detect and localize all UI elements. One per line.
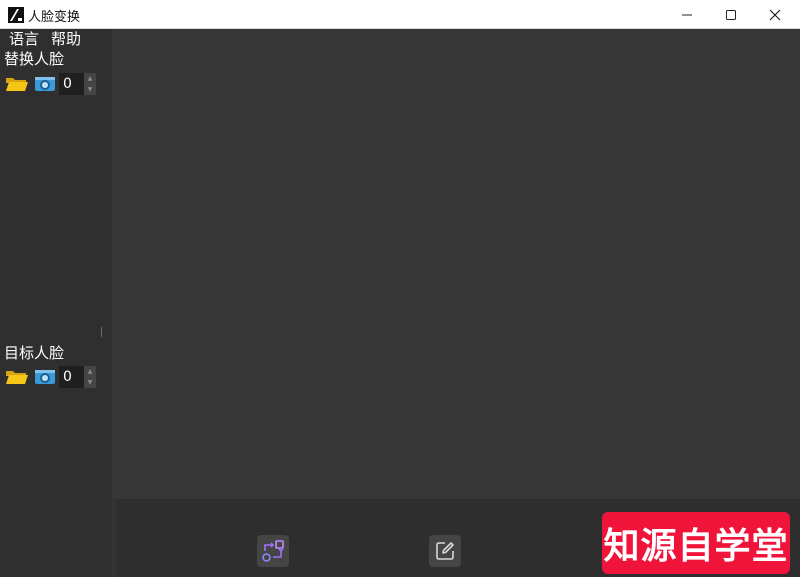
minimize-icon: [682, 14, 692, 15]
source-camera-button[interactable]: [33, 74, 57, 94]
source-face-index-spinbox[interactable]: 0 ▲ ▼: [59, 73, 96, 95]
edit-icon: [436, 542, 454, 560]
spin-arrows: ▲ ▼: [84, 73, 96, 95]
folder-icon: [6, 78, 28, 91]
menu-bar: 语言 帮助: [0, 29, 112, 50]
source-face-title: 替换人脸: [4, 50, 65, 68]
maximize-icon: [726, 9, 736, 20]
target-face-index-spinbox[interactable]: 0 ▲ ▼: [59, 366, 96, 388]
minimize-button[interactable]: [664, 0, 710, 29]
camera-icon: [35, 77, 55, 91]
spin-arrows: ▲ ▼: [84, 366, 96, 388]
target-face-title: 目标人脸: [4, 344, 65, 362]
preview-area: [112, 29, 800, 499]
folder-icon: [6, 371, 28, 384]
spin-down-icon[interactable]: ▼: [84, 84, 96, 95]
menu-language[interactable]: 语言: [9, 29, 39, 50]
swap-face-button[interactable]: [257, 535, 289, 567]
target-face-index-value[interactable]: 0: [59, 366, 84, 388]
close-button[interactable]: [752, 0, 798, 29]
app-logo-icon: [8, 7, 24, 23]
close-icon: [769, 9, 781, 20]
spin-up-icon[interactable]: ▲: [84, 73, 96, 84]
menu-help[interactable]: 帮助: [51, 29, 81, 50]
spin-up-icon[interactable]: ▲: [84, 366, 96, 377]
spin-down-icon[interactable]: ▼: [84, 377, 96, 388]
camera-icon: [35, 370, 55, 384]
target-face-controls: 0 ▲ ▼: [4, 366, 96, 388]
edit-button[interactable]: [429, 535, 461, 567]
client-area: 语言 帮助 替换人脸 0 ▲ ▼ 目标人脸 0 ▲ ▼: [0, 29, 800, 577]
target-open-folder-button[interactable]: [4, 367, 30, 387]
target-camera-button[interactable]: [33, 367, 57, 387]
window-title: 人脸变换: [28, 10, 81, 25]
maximize-button[interactable]: [708, 0, 754, 29]
watermark-badge: 知源自学堂: [602, 512, 790, 574]
source-face-index-value[interactable]: 0: [59, 73, 84, 95]
panel-splitter-handle[interactable]: [101, 327, 102, 337]
source-face-controls: 0 ▲ ▼: [4, 73, 96, 95]
swap-icon: [262, 540, 284, 562]
left-panel: 语言 帮助 替换人脸 0 ▲ ▼ 目标人脸 0 ▲ ▼: [0, 29, 112, 577]
source-open-folder-button[interactable]: [4, 74, 30, 94]
watermark-text: 知源自学堂: [603, 526, 789, 567]
title-bar: 人脸变换: [0, 0, 800, 29]
